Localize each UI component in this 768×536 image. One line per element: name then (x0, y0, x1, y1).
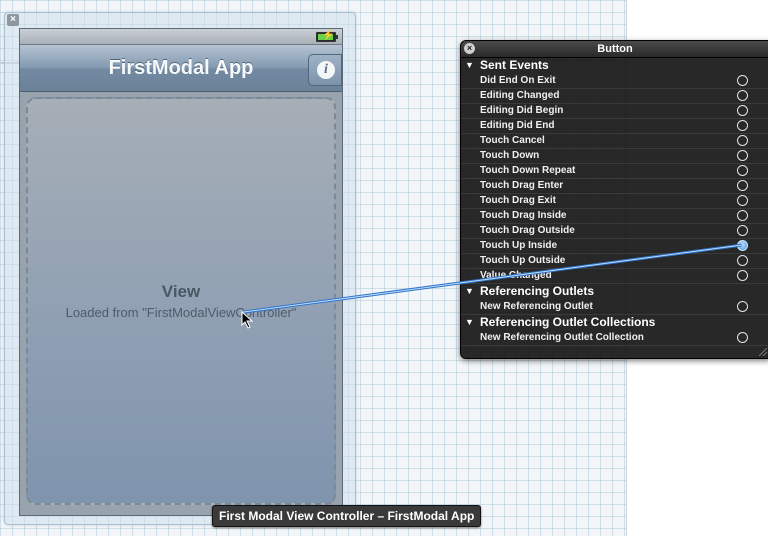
event-label: Touch Drag Inside (480, 210, 567, 221)
panel-titlebar[interactable]: × Button (461, 41, 768, 58)
connection-row[interactable]: Did End On Exit (461, 73, 768, 89)
connection-row[interactable]: New Referencing Outlet (461, 299, 768, 315)
event-label: Touch Down Repeat (480, 165, 576, 176)
section-header[interactable]: ▼ Referencing Outlet Collections (461, 314, 768, 331)
connection-circle-icon[interactable] (737, 180, 748, 191)
nav-title: FirstModal App (108, 57, 254, 79)
connection-row[interactable]: Touch Up Inside (461, 238, 768, 254)
cursor-icon (241, 311, 254, 329)
battery-icon: ⚡ (316, 30, 338, 42)
event-label: Did End On Exit (480, 75, 556, 86)
status-bar: ⚡ (20, 29, 342, 45)
connection-row[interactable]: Touch Drag Exit (461, 193, 768, 209)
connection-circle-icon[interactable] (737, 255, 748, 266)
disclosure-triangle-icon[interactable]: ▼ (465, 57, 474, 74)
content-view[interactable]: View Loaded from "FirstModalViewControll… (26, 97, 336, 505)
connection-circle-icon[interactable] (737, 120, 748, 131)
event-label: Touch Up Inside (480, 240, 558, 251)
iphone-view[interactable]: ⚡ FirstModal App i View Loaded from "Fir… (19, 28, 343, 516)
panel-title: Button (597, 43, 633, 55)
connection-circle-icon[interactable] (737, 270, 748, 281)
connection-row[interactable]: Touch Drag Outside (461, 223, 768, 239)
connection-circle-icon[interactable] (737, 150, 748, 161)
event-label: Value Changed (480, 270, 552, 281)
view-controller-label[interactable]: First Modal View Controller – FirstModal… (212, 505, 482, 527)
connection-row[interactable]: Touch Drag Enter (461, 178, 768, 194)
connection-row[interactable]: Touch Cancel (461, 133, 768, 149)
connection-circle-icon[interactable] (737, 135, 748, 146)
connection-row[interactable]: Editing Changed (461, 88, 768, 104)
event-label: Editing Changed (480, 90, 560, 101)
connection-row[interactable]: Editing Did Begin (461, 103, 768, 119)
view-title: View (161, 282, 201, 301)
info-button[interactable]: i (308, 54, 342, 86)
navigation-bar[interactable]: FirstModal App i (20, 45, 342, 92)
section-header[interactable]: ▼ Referencing Outlets (461, 283, 768, 300)
close-icon[interactable]: × (7, 14, 19, 26)
connection-row[interactable]: Touch Down (461, 148, 768, 164)
connection-row[interactable]: Value Changed (461, 268, 768, 284)
connection-circle-icon[interactable] (737, 210, 748, 221)
event-label: Touch Drag Exit (480, 195, 556, 206)
connection-circle-icon[interactable] (737, 90, 748, 101)
connection-row[interactable]: Touch Drag Inside (461, 208, 768, 224)
disclosure-triangle-icon[interactable]: ▼ (465, 314, 474, 331)
event-label: Touch Drag Enter (480, 180, 564, 191)
info-icon: i (317, 61, 335, 79)
connection-row[interactable]: Touch Up Outside (461, 253, 768, 269)
event-label: New Referencing Outlet (480, 301, 593, 312)
connection-row[interactable]: New Referencing Outlet Collection (461, 330, 768, 346)
connections-panel[interactable]: × Button ▼ Sent Events Did End On Exit Edit… (460, 40, 768, 359)
event-label: Touch Cancel (480, 135, 545, 146)
connection-circle-icon[interactable] (737, 165, 748, 176)
connection-circle-icon[interactable] (737, 240, 748, 251)
section-header[interactable]: ▼ Sent Events (461, 57, 768, 74)
event-label: Editing Did End (480, 120, 555, 131)
resize-grip-icon[interactable] (759, 348, 767, 356)
connection-row[interactable]: Touch Down Repeat (461, 163, 768, 179)
connection-circle-icon[interactable] (737, 105, 748, 116)
event-label: Touch Drag Outside (480, 225, 575, 236)
event-label: New Referencing Outlet Collection (480, 332, 644, 343)
disclosure-triangle-icon[interactable]: ▼ (465, 283, 474, 300)
connection-row[interactable]: Editing Did End (461, 118, 768, 134)
event-label: Touch Down (480, 150, 540, 161)
connection-circle-icon[interactable] (737, 75, 748, 86)
connection-circle-icon[interactable] (737, 301, 748, 312)
view-subtitle: Loaded from "FirstModalViewController" (65, 305, 297, 320)
connection-circle-icon[interactable] (737, 332, 748, 343)
section-label: Referencing Outlets (480, 284, 595, 298)
connection-circle-icon[interactable] (737, 195, 748, 206)
event-label: Touch Up Outside (480, 255, 566, 266)
event-label: Editing Did Begin (480, 105, 564, 116)
section-label: Referencing Outlet Collections (480, 315, 656, 329)
connection-circle-icon[interactable] (737, 225, 748, 236)
section-label: Sent Events (480, 58, 549, 72)
